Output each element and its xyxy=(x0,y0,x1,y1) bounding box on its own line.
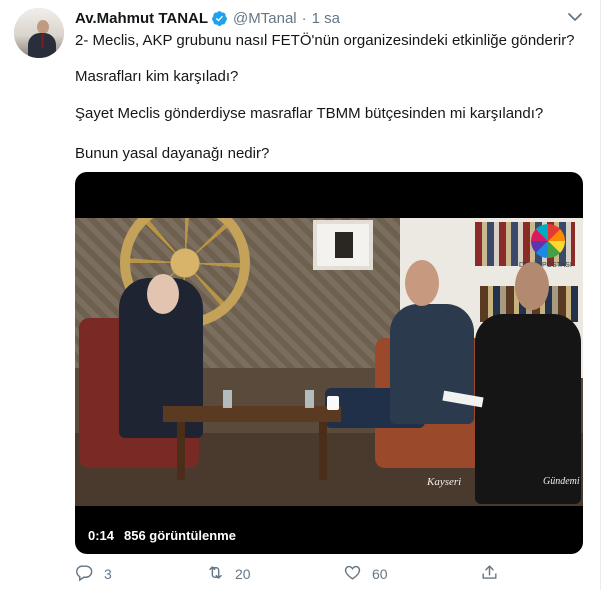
chevron-down-icon[interactable] xyxy=(566,10,584,24)
tweet-text-line: 2- Meclis, AKP grubunu nasıl FETÖ'nün or… xyxy=(75,32,575,49)
author-name[interactable]: Av.Mahmut TANAL xyxy=(75,10,208,27)
avatar-head xyxy=(37,20,49,34)
wall-picture xyxy=(313,220,373,270)
tea-cup xyxy=(327,396,339,410)
share-icon xyxy=(480,563,509,585)
video-player[interactable]: DENİZ POSTASI Kayseri Gündemi 0:14 856 g… xyxy=(75,172,583,554)
retweet-button[interactable]: 20 xyxy=(206,562,251,586)
like-button[interactable]: 60 xyxy=(343,562,388,586)
heart-icon xyxy=(343,563,372,585)
tweet[interactable]: Av.Mahmut TANAL @MTanal · 1 sa 2- Meclis… xyxy=(0,0,601,590)
tweet-timestamp[interactable]: 1 sa xyxy=(312,10,340,27)
tweet-text-line: Şayet Meclis gönderdiyse masraflar TBMM … xyxy=(75,105,544,122)
tweet-text-line: Bunun yasal dayanağı nedir? xyxy=(75,145,270,162)
table-leg xyxy=(177,422,185,480)
like-count: 60 xyxy=(372,566,388,582)
tweet-header: Av.Mahmut TANAL @MTanal · 1 sa xyxy=(75,8,340,28)
water-glass xyxy=(223,390,232,408)
channel-logo-icon xyxy=(531,224,565,258)
avatar-tie xyxy=(41,34,44,48)
speaker-head xyxy=(147,274,179,314)
table-leg xyxy=(319,422,327,480)
video-frame: DENİZ POSTASI Kayseri Gündemi xyxy=(75,218,583,506)
reply-button[interactable]: 3 xyxy=(75,562,112,586)
video-views-badge: 856 görüntülenme xyxy=(119,526,241,546)
reply-icon xyxy=(75,563,104,585)
verified-badge-icon xyxy=(211,10,228,27)
retweet-icon xyxy=(206,563,235,585)
avatar[interactable] xyxy=(14,8,64,58)
host-head xyxy=(515,262,549,310)
reply-count: 3 xyxy=(104,566,112,582)
video-caption-right: Gündemi xyxy=(543,476,580,487)
retweet-count: 20 xyxy=(235,566,251,582)
tweet-text-line: Masrafları kim karşıladı? xyxy=(75,68,239,85)
water-glass xyxy=(305,390,314,408)
video-caption-left: Kayseri xyxy=(427,476,462,488)
share-button[interactable] xyxy=(480,562,509,586)
video-duration-badge: 0:14 xyxy=(83,526,120,546)
guest-head xyxy=(405,260,439,306)
guest-figure xyxy=(390,304,474,424)
author-handle[interactable]: @MTanal xyxy=(233,10,297,27)
separator-dot: · xyxy=(301,9,307,27)
coffee-table xyxy=(163,406,341,422)
tweet-actions: 3 20 60 xyxy=(75,562,515,586)
